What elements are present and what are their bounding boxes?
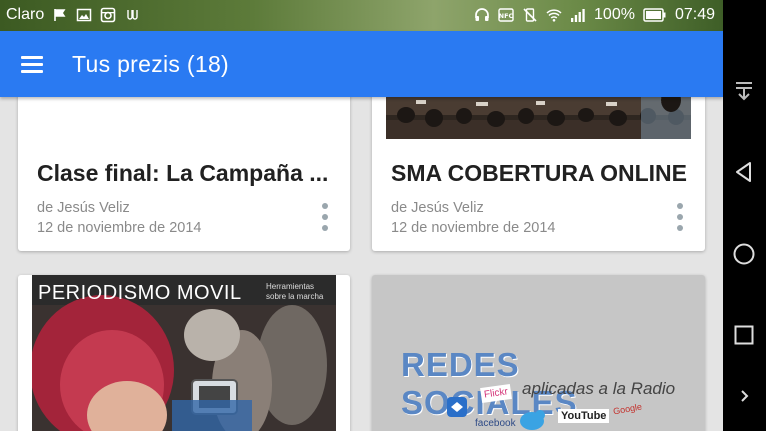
prezi-date: 12 de noviembre de 2014 [391,220,556,236]
thumb-subtitle: aplicadas a la Radio [522,379,676,398]
thumb-title: PERIODISMO MOVIL [38,282,242,304]
app-screen: Claro NFC 100% 07:49 Tus prezis (18) Cla… [0,0,723,431]
nfc-icon: NFC [498,8,514,22]
youtube-logo: YouTube [558,409,610,423]
battery-icon [643,8,666,22]
recents-icon[interactable] [732,323,756,347]
app-bar: Tus prezis (18) [0,31,723,97]
page-title: Tus prezis (18) [72,51,230,77]
battery-percent: 100% [594,6,635,23]
signal-icon [571,9,585,22]
download-icon[interactable] [732,79,756,103]
share-icon [447,397,467,417]
prezi-card[interactable]: PERIODISMO MOVIL Herramientas sobre la m… [18,275,350,431]
prezi-thumbnail: PERIODISMO MOVIL Herramientas sobre la m… [32,275,336,431]
menu-icon[interactable] [18,53,46,75]
image-icon [76,8,92,22]
prezi-author: de Jesús Veliz [391,200,484,216]
back-icon[interactable] [732,160,756,184]
instagram-icon [100,7,116,23]
thumb-subtitle-1: Herramientas [266,282,315,291]
prezi-date: 12 de noviembre de 2014 [37,220,202,236]
facebook-logo: facebook [475,418,516,429]
voicemail-icon [127,10,138,20]
more-options-icon[interactable] [673,202,687,234]
flag-icon [54,9,66,21]
more-options-icon[interactable] [318,202,332,234]
status-bar: Claro NFC 100% 07:49 [0,0,723,31]
chevron-right-icon[interactable] [732,384,756,408]
home-icon[interactable] [732,242,756,266]
clock: 07:49 [674,6,715,23]
prezi-thumbnail: REDES SOCIALES aplicadas a la Radio Flic… [372,275,705,431]
vibrate-off-icon [523,8,537,22]
wifi-icon [546,9,562,22]
twitter-bird-icon [520,410,545,430]
prezi-title: Clase final: La Campaña ... [37,160,329,186]
svg-text:NFC: NFC [499,12,514,20]
headphones-icon [475,8,489,21]
thumb-subtitle-2: sobre la marcha [266,292,324,301]
prezi-card[interactable]: REDES SOCIALES aplicadas a la Radio Flic… [372,275,705,431]
prezi-author: de Jesús Veliz [37,200,130,216]
navigation-bar [723,0,766,431]
carrier-label: Claro [6,6,45,23]
prezi-title: SMA COBERTURA ONLINE [391,160,688,186]
